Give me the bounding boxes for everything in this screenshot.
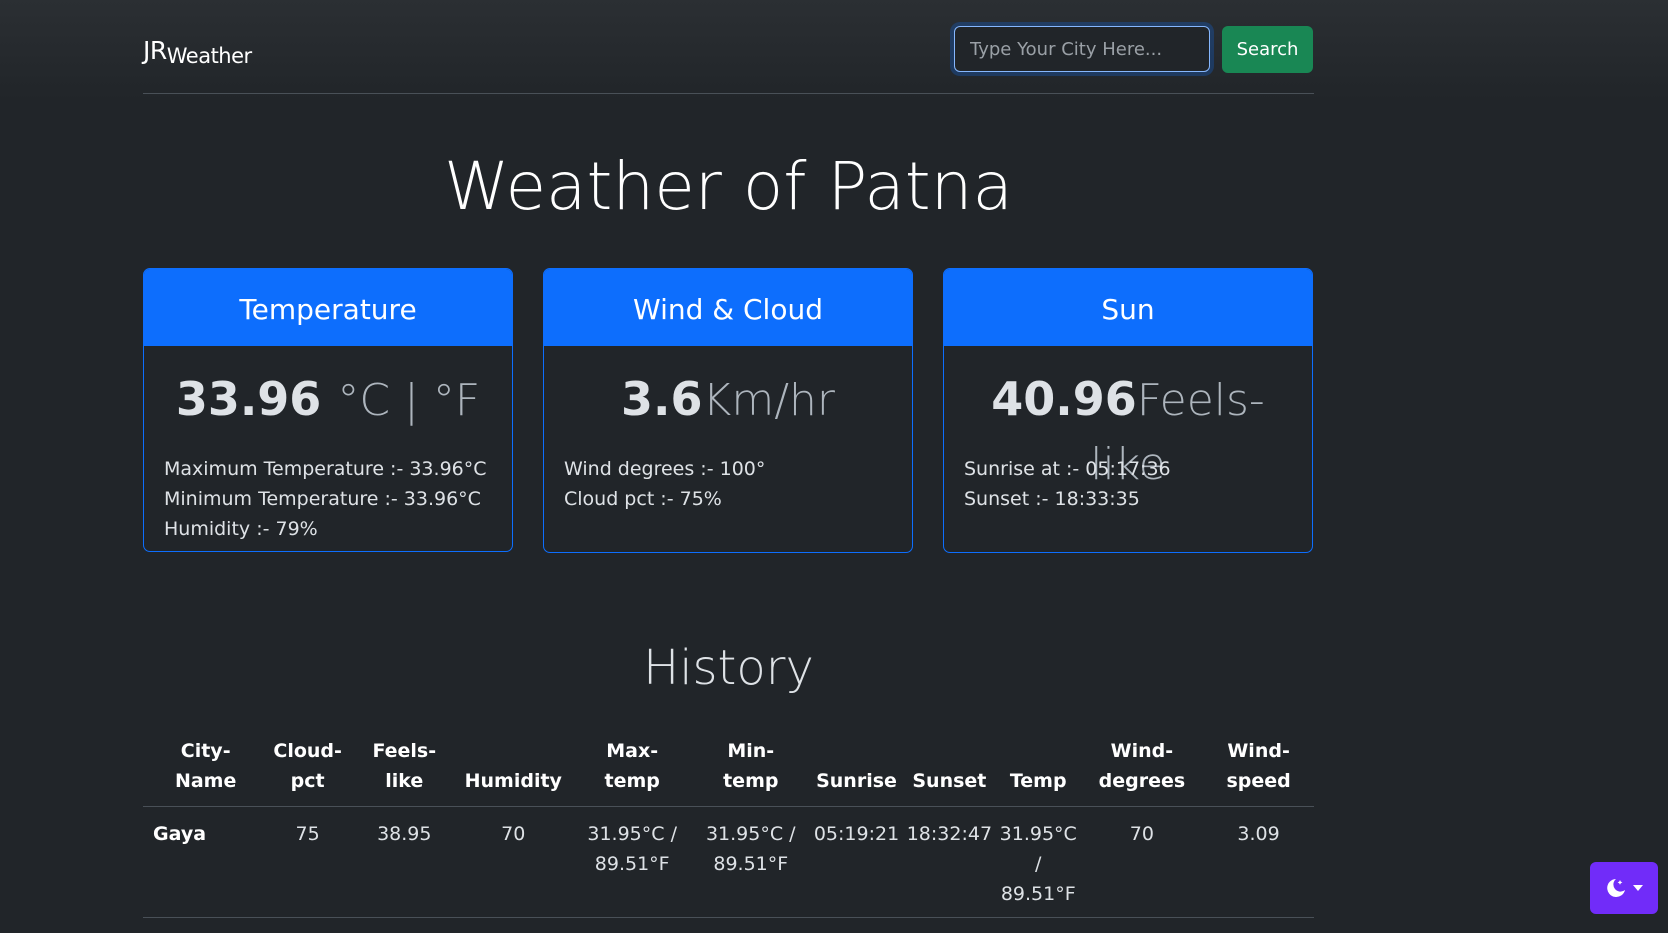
max-temperature-text: Maximum Temperature :- 33.96°C	[164, 458, 487, 480]
history-temp-cell: 31.95°C / 89.51°F	[995, 806, 1081, 918]
sunset-text: Sunset :- 18:33:35	[964, 488, 1140, 510]
column-header: Min-temp	[691, 736, 811, 807]
column-header: Sunrise	[810, 736, 903, 807]
min-temperature-text: Minimum Temperature :- 33.96°C	[164, 488, 481, 510]
page-title: Weather of Patna	[444, 148, 1013, 225]
column-header: Wind-degrees	[1080, 736, 1204, 807]
history-max-temp-cell: 31.95°C / 89.51°F	[572, 806, 692, 918]
column-header: Temp	[995, 736, 1081, 807]
search-button[interactable]: Search	[1222, 26, 1313, 73]
sun-card-header: Sun	[944, 269, 1312, 346]
history-feels-like-cell: 38.95	[354, 806, 454, 918]
navbar: JRWeather Search	[143, 0, 1314, 94]
wind-speed-value-row: 3.6Km/hr	[564, 368, 892, 430]
wind-speed-unit: Km/hr	[702, 375, 835, 426]
cloud-pct-text: Cloud pct :- 75%	[564, 488, 722, 510]
column-header: City-Name	[143, 736, 261, 807]
column-header: Sunset	[902, 736, 996, 807]
city-search-input[interactable]	[954, 26, 1210, 72]
humidity-text: Humidity :- 79%	[164, 518, 318, 540]
column-header: Max-temp	[572, 736, 692, 807]
wind-cloud-card-header: Wind & Cloud	[544, 269, 912, 346]
chevron-down-icon	[1632, 884, 1644, 892]
temperature-unit: °C | °F	[337, 375, 481, 426]
history-wind-speed-cell: 3.09	[1203, 806, 1314, 918]
wind-speed-value: 3.6	[620, 372, 703, 426]
brand-logo[interactable]: JRWeather	[143, 36, 252, 68]
temperature-value: 33.96	[175, 372, 322, 426]
temperature-card: Temperature 33.96 °C | °F Maximum Temper…	[143, 268, 513, 552]
temperature-value-row: 33.96 °C | °F	[164, 368, 492, 430]
sunrise-text: Sunrise at :- 05:17:36	[964, 458, 1171, 480]
temperature-card-header: Temperature	[144, 269, 512, 346]
history-cloud-pct-cell: 75	[260, 806, 355, 918]
wind-degrees-text: Wind degrees :- 100°	[564, 458, 766, 480]
history-sunset-cell: 18:32:47	[902, 806, 996, 918]
history-city-cell: Gaya	[143, 806, 261, 918]
column-header: Wind-speed	[1203, 736, 1314, 807]
feels-like-value-row: 40.96Feels-like	[964, 368, 1292, 490]
brand-main: JR	[143, 36, 167, 65]
wind-cloud-card: Wind & Cloud 3.6Km/hr Wind degrees :- 10…	[543, 268, 913, 553]
temperature-card-body: 33.96 °C | °F Maximum Temperature :- 33.…	[144, 346, 512, 544]
column-header: Humidity	[453, 736, 573, 807]
history-sunrise-cell: 05:19:21	[810, 806, 903, 918]
moon-stars-icon	[1605, 877, 1627, 899]
history-humidity-cell: 70	[453, 806, 573, 918]
theme-toggle-button[interactable]	[1590, 862, 1658, 914]
history-row: Gaya 75 38.95 70 31.95°C / 89.51°F 31.95…	[143, 806, 1314, 918]
history-title: History	[643, 640, 814, 696]
column-header: Cloud-pct	[260, 736, 355, 807]
feels-like-value: 40.96	[991, 372, 1137, 426]
main-container: JRWeather Search Weather of Patna Temper…	[143, 0, 1314, 918]
history-min-temp-cell: 31.95°C / 89.51°F	[691, 806, 811, 918]
history-wind-degrees-cell: 70	[1080, 806, 1204, 918]
column-header: Feels-like	[354, 736, 454, 807]
history-header-row: City-Name Cloud-pct Feels-like Humidity …	[143, 736, 1314, 807]
history-table: City-Name Cloud-pct Feels-like Humidity …	[143, 736, 1314, 918]
wind-cloud-card-body: 3.6Km/hr Wind degrees :- 100° Cloud pct …	[544, 346, 912, 514]
sun-card-body: 40.96Feels-like Sunrise at :- 05:17:36 S…	[944, 346, 1312, 514]
brand-sub: Weather	[166, 44, 252, 68]
sun-card: Sun 40.96Feels-like Sunrise at :- 05:17:…	[943, 268, 1313, 553]
